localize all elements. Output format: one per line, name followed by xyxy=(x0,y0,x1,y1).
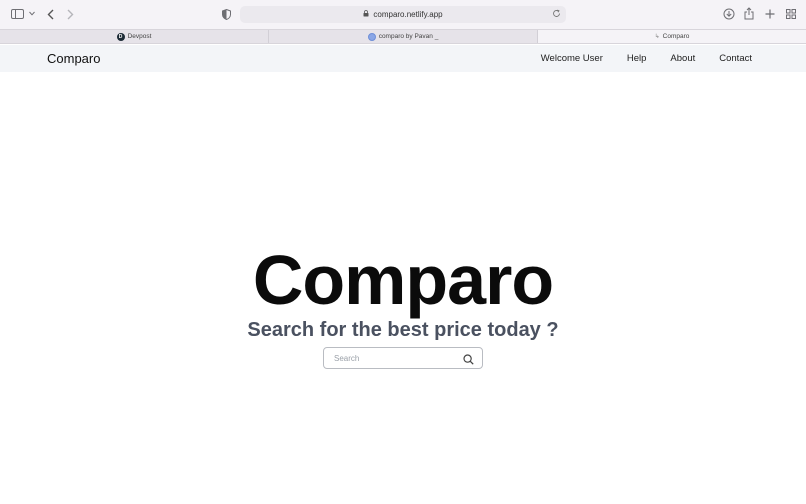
devpost-icon: D xyxy=(116,32,125,41)
globe-icon xyxy=(367,32,376,41)
speaker-icon: ↳ xyxy=(654,34,660,40)
new-tab-icon[interactable] xyxy=(765,9,775,19)
nav-welcome-user[interactable]: Welcome User xyxy=(541,53,603,64)
back-icon[interactable] xyxy=(47,9,54,20)
address-bar[interactable]: comparo.netlify.app xyxy=(240,6,566,23)
nav-help[interactable]: Help xyxy=(627,53,647,64)
reload-icon[interactable] xyxy=(552,9,561,20)
browser-toolbar: comparo.netlify.app xyxy=(0,0,806,29)
tab-label: Devpost xyxy=(127,33,152,40)
tab-bar: D Devpost comparo by Pavan _ ↳ Comparo xyxy=(0,29,806,44)
tab-label: comparo by Pavan _ xyxy=(378,33,439,40)
site-navbar: Comparo Welcome User Help About Contact xyxy=(0,45,806,72)
download-icon[interactable] xyxy=(723,8,735,20)
privacy-shield-icon[interactable] xyxy=(222,9,231,20)
search-input[interactable] xyxy=(334,351,454,366)
search-icon[interactable] xyxy=(463,352,474,370)
nav-about[interactable]: About xyxy=(670,53,695,64)
tab-devpost[interactable]: D Devpost xyxy=(0,30,269,43)
address-text: comparo.netlify.app xyxy=(373,10,443,19)
share-icon[interactable] xyxy=(744,7,754,20)
lock-icon xyxy=(363,10,369,19)
sidebar-toggle-icon[interactable] xyxy=(11,9,24,19)
site-brand[interactable]: Comparo xyxy=(47,51,100,66)
tab-comparo[interactable]: ↳ Comparo xyxy=(538,30,806,43)
tab-comparo-by-pavan[interactable]: comparo by Pavan _ xyxy=(269,30,538,43)
hero-title: Comparo xyxy=(252,241,554,319)
search-box xyxy=(323,347,483,369)
nav-contact[interactable]: Contact xyxy=(719,53,752,64)
nav-links: Welcome User Help About Contact xyxy=(517,53,752,64)
forward-icon[interactable] xyxy=(67,9,74,20)
chevron-down-icon[interactable] xyxy=(29,11,35,16)
tab-overview-icon[interactable] xyxy=(786,9,796,19)
hero-subtitle: Search for the best price today ? xyxy=(247,319,559,341)
tab-label: Comparo xyxy=(662,33,690,40)
